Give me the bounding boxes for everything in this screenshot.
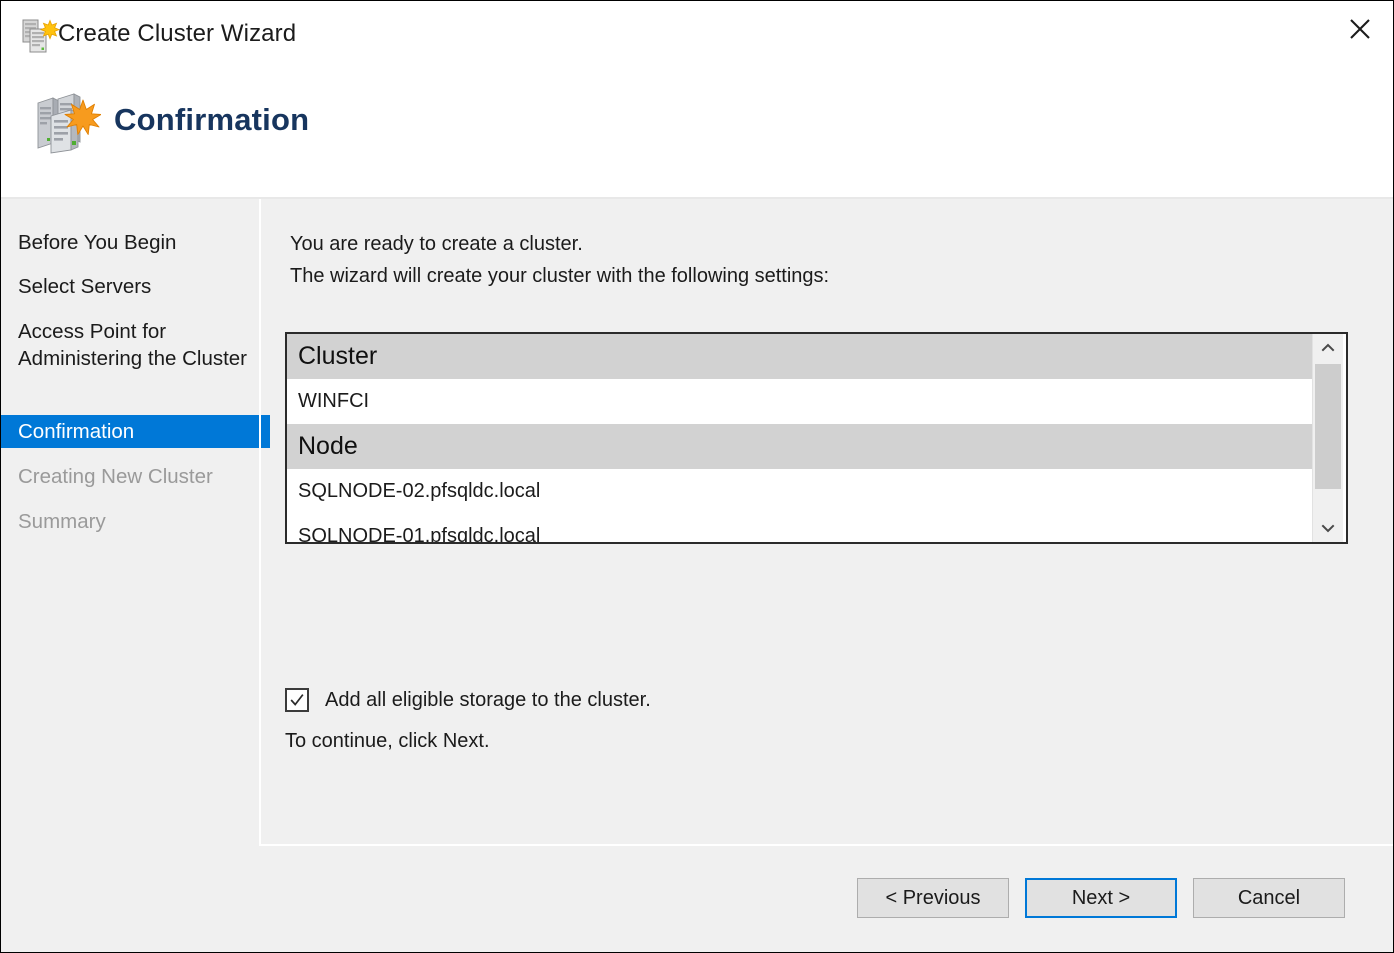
sidebar-item-before-you-begin[interactable]: Before You Begin [1, 228, 270, 257]
list-row-text: Cluster [298, 342, 378, 370]
list-item[interactable]: SQLNODE-01.pfsqldc.local [287, 514, 1312, 542]
list-row-text: WINFCI [298, 390, 370, 412]
list-item[interactable]: SQLNODE-02.pfsqldc.local [287, 469, 1312, 514]
list-row-text: SQLNODE-02.pfsqldc.local [298, 480, 541, 502]
button-label: Next > [1071, 886, 1131, 909]
sidebar-item-label: Before You Begin [18, 231, 177, 254]
add-all-storage-checkbox[interactable]: Add all eligible storage to the cluster. [285, 688, 651, 712]
checkbox-label: Add all eligible storage to the cluster. [325, 688, 651, 711]
checkbox-box[interactable] [285, 688, 309, 712]
button-label: Cancel [1237, 886, 1301, 909]
content-pane: You are ready to create a cluster. The w… [261, 199, 1393, 844]
checkmark-icon [290, 694, 304, 706]
button-label: < Previous [885, 886, 981, 909]
wizard-steps-sidebar: Before You Begin Select Servers Access P… [1, 199, 270, 844]
server-cluster-star-icon [33, 87, 102, 155]
sidebar-item-summary: Summary [1, 507, 270, 536]
sidebar-item-label: Confirmation [18, 420, 135, 443]
chevron-up-icon[interactable] [1313, 334, 1343, 362]
server-cluster-icon [19, 17, 63, 57]
next-button[interactable]: Next > [1025, 878, 1177, 918]
list-section-header: Cluster [287, 334, 1312, 379]
close-icon[interactable] [1327, 1, 1393, 57]
sidebar-item-select-servers[interactable]: Select Servers [1, 272, 270, 301]
title-bar: Create Cluster Wizard [1, 1, 1393, 70]
intro-line-1: You are ready to create a cluster. [290, 233, 583, 255]
sidebar-item-label: Summary [18, 510, 106, 533]
sidebar-item-confirmation[interactable]: Confirmation [1, 415, 270, 448]
footer-button-group: < Previous Next > Cancel [857, 878, 1345, 918]
chevron-down-icon[interactable] [1313, 514, 1343, 542]
settings-list: Cluster WINFCI Node SQLNODE-02.pfsqldc.l… [287, 334, 1312, 542]
intro-line-2: The wizard will create your cluster with… [290, 265, 830, 287]
dialog-body: Before You Begin Select Servers Access P… [1, 199, 1393, 844]
scrollbar-thumb[interactable] [1315, 364, 1341, 489]
previous-button[interactable]: < Previous [857, 878, 1009, 918]
list-section-header: Node [287, 424, 1312, 469]
list-row-text: SQLNODE-01.pfsqldc.local [298, 525, 541, 542]
list-item[interactable]: WINFCI [287, 379, 1312, 424]
window-title: Create Cluster Wizard [58, 20, 297, 47]
sidebar-item-label: Select Servers [18, 275, 152, 298]
create-cluster-wizard-window: Create Cluster Wizard Confirmation Befor… [0, 0, 1394, 953]
list-row-text: Node [298, 432, 358, 460]
listbox-scrollbar[interactable] [1312, 334, 1343, 542]
continue-instruction: To continue, click Next. [285, 730, 490, 752]
sidebar-item-label: Creating New Cluster [18, 465, 213, 488]
page-banner: Confirmation [1, 70, 1393, 197]
sidebar-item-label: Access Point for Administering the Clust… [18, 320, 248, 370]
page-title: Confirmation [114, 102, 310, 137]
dialog-footer: < Previous Next > Cancel [1, 846, 1393, 952]
sidebar-item-creating-new-cluster: Creating New Cluster [1, 462, 270, 491]
settings-listbox[interactable]: Cluster WINFCI Node SQLNODE-02.pfsqldc.l… [285, 332, 1348, 544]
cancel-button[interactable]: Cancel [1193, 878, 1345, 918]
